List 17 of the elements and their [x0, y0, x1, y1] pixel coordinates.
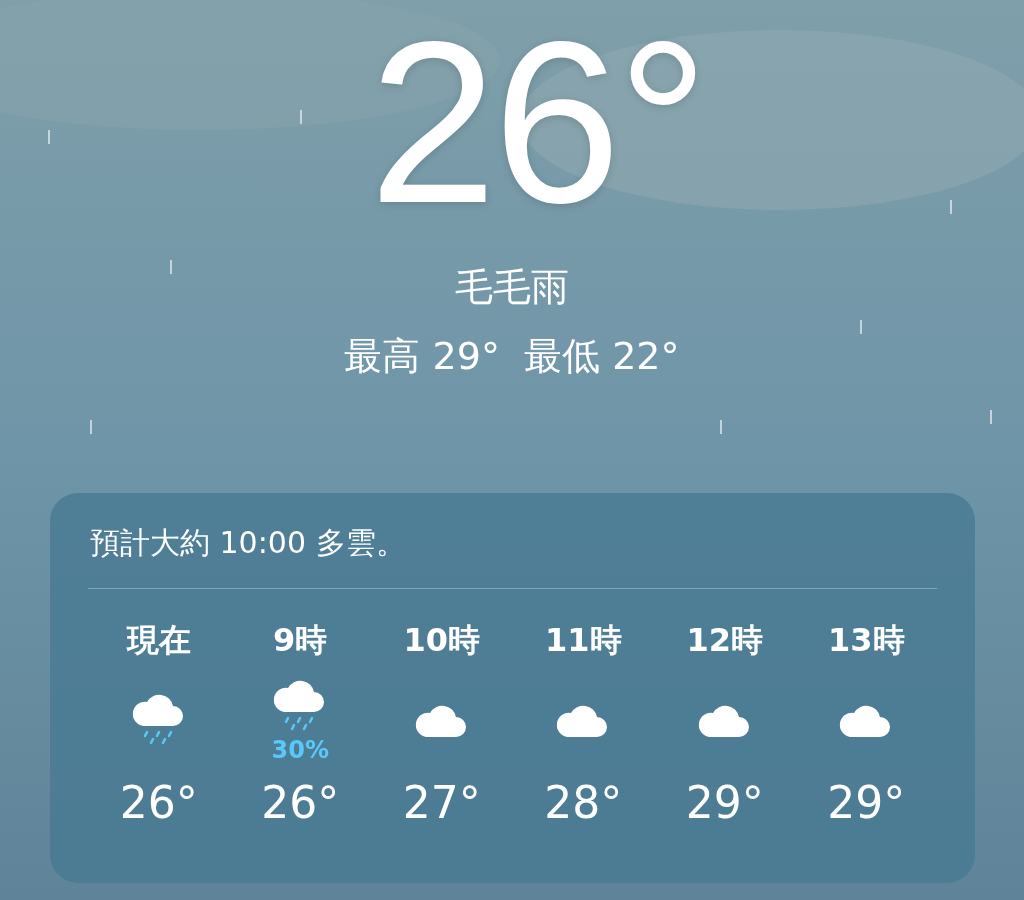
- hour-label: 12時: [686, 620, 763, 661]
- hour-temperature: 27°: [402, 777, 481, 828]
- hour-label: 現在: [126, 620, 191, 661]
- hour-temperature: 28°: [544, 777, 623, 828]
- hour-temperature: 26°: [261, 777, 340, 828]
- weather-condition: 毛毛雨: [455, 264, 569, 311]
- hour-temperature: 29°: [827, 777, 906, 828]
- hour-temperature: 29°: [685, 777, 764, 828]
- hour-label: 9時: [273, 620, 328, 661]
- hour-label: 10時: [403, 620, 480, 661]
- hour-label: 11時: [545, 620, 622, 661]
- precipitation-chance: 30%: [271, 735, 329, 764]
- hour-label: 13時: [828, 620, 905, 661]
- hour-temperature: 26°: [119, 777, 198, 828]
- high-low-temperature: 最高 29° 最低 22°: [344, 333, 680, 380]
- current-temperature: 26°: [368, 8, 705, 238]
- forecast-summary: 預計大約 10:00 多雲。: [89, 524, 407, 562]
